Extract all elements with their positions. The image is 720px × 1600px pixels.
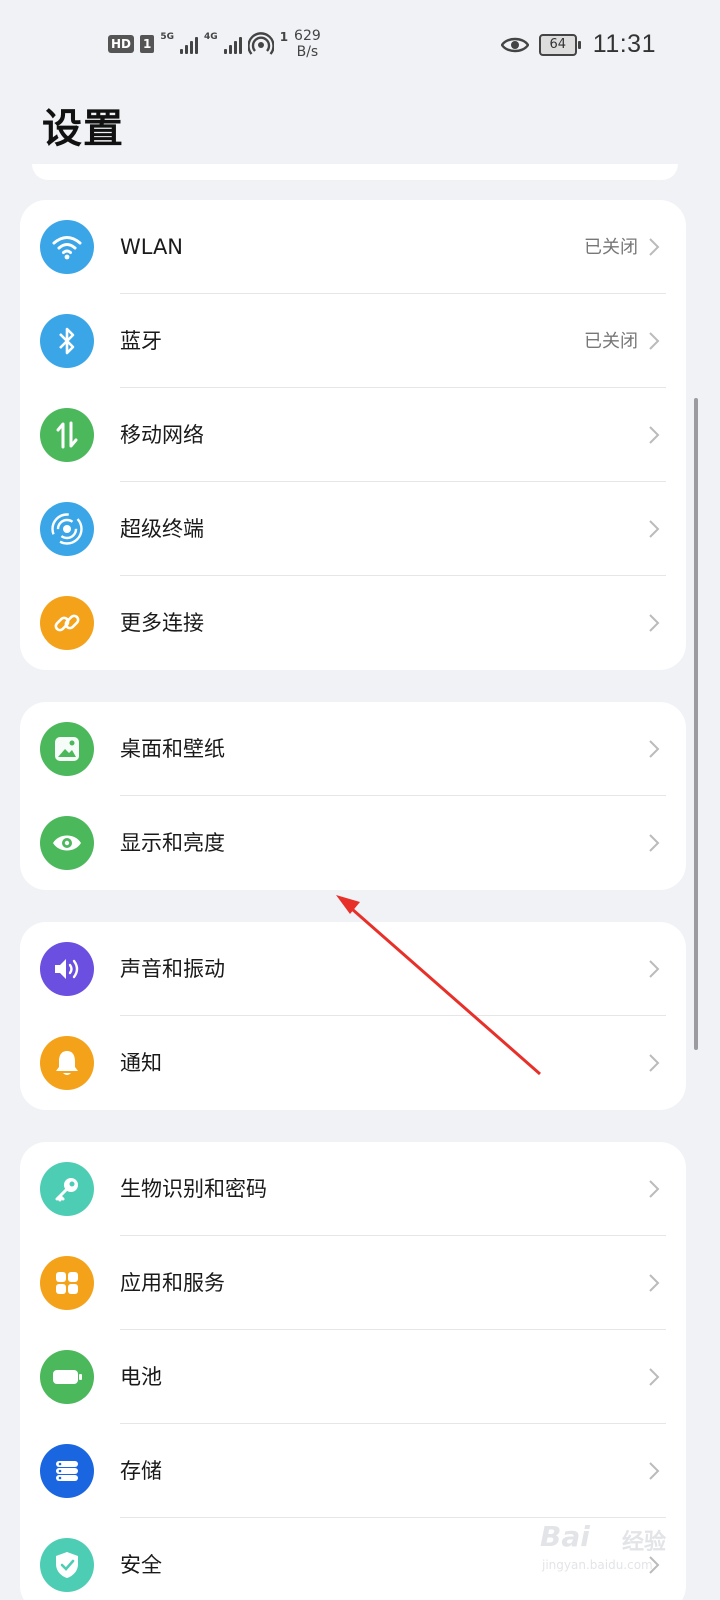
chevron-right-icon xyxy=(649,238,660,256)
chevron-right-icon xyxy=(649,520,660,538)
display-eye-icon xyxy=(40,816,94,870)
bluetooth-icon xyxy=(40,314,94,368)
watermark-brand: Bai xyxy=(540,1520,590,1553)
speed-unit: B/s xyxy=(296,44,319,60)
eye-icon xyxy=(500,37,529,52)
mobile-data-icon xyxy=(40,408,94,462)
scrollbar[interactable] xyxy=(694,398,698,1050)
shield-icon xyxy=(40,1538,94,1592)
sim-badge: 1 xyxy=(140,35,155,53)
setting-item-storage[interactable]: 存储 xyxy=(20,1424,686,1518)
setting-label: 生物识别和密码 xyxy=(120,1177,267,1201)
signal-bars-icon xyxy=(223,34,242,54)
battery-icon xyxy=(40,1350,94,1404)
chevron-right-icon xyxy=(649,960,660,978)
hotspot-icon xyxy=(247,32,274,55)
settings-group-connectivity: WLAN 已关闭 蓝牙 已关闭 移动网络 超级终端 更多连接 xyxy=(20,200,686,670)
speed-value: 629 xyxy=(294,28,321,44)
setting-item-super-device[interactable]: 超级终端 xyxy=(20,482,686,576)
setting-label: 通知 xyxy=(120,1051,162,1075)
page-title: 设置 xyxy=(42,106,124,152)
setting-item-bluetooth[interactable]: 蓝牙 已关闭 xyxy=(20,294,686,388)
chevron-right-icon xyxy=(649,834,660,852)
clock: 11:31 xyxy=(592,30,656,58)
wifi-icon xyxy=(40,220,94,274)
setting-item-biometrics[interactable]: 生物识别和密码 xyxy=(20,1142,686,1236)
setting-item-notifications[interactable]: 通知 xyxy=(20,1016,686,1110)
setting-label: 移动网络 xyxy=(120,423,204,447)
setting-label: 桌面和壁纸 xyxy=(120,737,225,761)
chevron-right-icon xyxy=(649,1274,660,1292)
hd-badge: HD xyxy=(108,35,135,53)
chevron-right-icon xyxy=(649,426,660,444)
setting-item-more-connections[interactable]: 更多连接 xyxy=(20,576,686,670)
chevron-right-icon xyxy=(649,1180,660,1198)
setting-item-wlan[interactable]: WLAN 已关闭 xyxy=(20,200,686,294)
search-bar[interactable] xyxy=(32,164,678,180)
settings-group-display: 桌面和壁纸 显示和亮度 xyxy=(20,702,686,890)
setting-label: 超级终端 xyxy=(120,517,204,541)
battery-indicator: 64 xyxy=(538,33,581,56)
setting-label: 存储 xyxy=(120,1459,162,1483)
setting-label: 蓝牙 xyxy=(120,329,162,353)
setting-label: 电池 xyxy=(120,1365,162,1389)
setting-item-sound-vibration[interactable]: 声音和振动 xyxy=(20,922,686,1016)
watermark: Bai 经验 jingyan.baidu.com xyxy=(540,1512,680,1582)
setting-label: WLAN xyxy=(120,235,184,259)
chevron-right-icon xyxy=(649,1462,660,1480)
settings-group-sound: 声音和振动 通知 xyxy=(20,922,686,1110)
apps-icon xyxy=(40,1256,94,1310)
network-4g-label: 4G xyxy=(204,32,218,42)
setting-value: 已关闭 xyxy=(584,237,638,258)
setting-label: 应用和服务 xyxy=(120,1271,225,1295)
setting-item-mobile-network[interactable]: 移动网络 xyxy=(20,388,686,482)
wallpaper-icon xyxy=(40,722,94,776)
signal-bars-icon xyxy=(180,34,199,54)
sound-icon xyxy=(40,942,94,996)
chevron-right-icon xyxy=(649,1368,660,1386)
network-speed: 629 B/s xyxy=(294,28,321,60)
setting-item-wallpaper[interactable]: 桌面和壁纸 xyxy=(20,702,686,796)
setting-item-apps-services[interactable]: 应用和服务 xyxy=(20,1236,686,1330)
status-bar: HD 1 5G 4G 1 629 B/s 64 11:31 xyxy=(0,0,720,92)
link-icon xyxy=(40,596,94,650)
super-device-icon xyxy=(40,502,94,556)
chevron-right-icon xyxy=(649,332,660,350)
setting-label: 安全 xyxy=(120,1553,162,1577)
watermark-cn: 经验 xyxy=(622,1530,667,1555)
setting-item-battery[interactable]: 电池 xyxy=(20,1330,686,1424)
hotspot-count: 1 xyxy=(279,30,289,44)
status-left: HD 1 5G 4G 1 629 B/s xyxy=(108,28,321,60)
bell-icon xyxy=(40,1036,94,1090)
setting-value: 已关闭 xyxy=(584,331,638,352)
chevron-right-icon xyxy=(649,614,660,632)
storage-icon xyxy=(40,1444,94,1498)
status-right: 64 11:31 xyxy=(500,30,656,59)
setting-label: 更多连接 xyxy=(120,611,204,635)
chevron-right-icon xyxy=(649,1054,660,1072)
watermark-url: jingyan.baidu.com xyxy=(542,1558,653,1572)
setting-label: 声音和振动 xyxy=(120,957,225,981)
key-icon xyxy=(40,1162,94,1216)
network-5g-label: 5G xyxy=(160,32,175,42)
setting-label: 显示和亮度 xyxy=(120,831,225,855)
chevron-right-icon xyxy=(649,740,660,758)
setting-item-display-brightness[interactable]: 显示和亮度 xyxy=(20,796,686,890)
